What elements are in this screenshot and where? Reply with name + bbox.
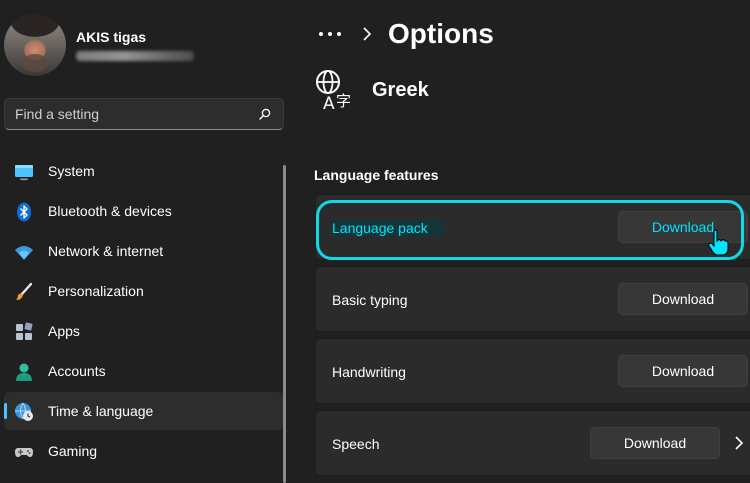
sidebar-item-label: System	[48, 163, 95, 179]
user-name: AKIS tigas	[76, 29, 147, 45]
search-box[interactable]	[4, 98, 284, 130]
download-button[interactable]: Download	[618, 355, 748, 387]
hand-cursor-icon	[708, 229, 729, 256]
sidebar-item-label: Time & language	[48, 403, 154, 419]
sidebar-scrollbar[interactable]	[283, 165, 286, 483]
feature-card-language-pack: Language pack Download	[315, 194, 750, 260]
sidebar-nav: System Bluetooth & devices Network & int…	[4, 152, 284, 472]
section-title: Language features	[314, 167, 439, 183]
page-title: Options	[388, 18, 494, 49]
feature-card-handwriting: Handwriting Download	[315, 338, 750, 404]
language-header: A 字 Greek	[314, 68, 429, 112]
svg-text:字: 字	[336, 92, 351, 110]
svg-text:A: A	[323, 94, 335, 111]
feature-label: Basic typing	[332, 292, 408, 308]
chevron-right-icon	[363, 27, 372, 41]
sidebar-item-label: Bluetooth & devices	[48, 203, 172, 219]
user-profile[interactable]: AKIS tigas	[4, 14, 304, 78]
more-icon[interactable]	[318, 29, 342, 39]
search-icon[interactable]	[259, 108, 271, 120]
sidebar-item-label: Personalization	[48, 283, 144, 299]
feature-label: Handwriting	[332, 364, 406, 380]
apps-icon	[16, 322, 33, 340]
sidebar-item-label: Accounts	[48, 363, 106, 379]
language-icon: A 字	[316, 70, 351, 111]
globe-clock-icon	[15, 402, 33, 421]
feature-label: Speech	[332, 436, 380, 452]
feature-card-speech[interactable]: Speech Download	[315, 410, 750, 476]
sidebar-item-bluetooth[interactable]: Bluetooth & devices	[4, 192, 284, 230]
sidebar-item-accounts[interactable]: Accounts	[4, 352, 284, 390]
download-button[interactable]: Download	[618, 283, 748, 315]
download-button[interactable]: Download	[590, 427, 720, 459]
breadcrumb: Options	[318, 14, 494, 54]
search-input[interactable]	[5, 99, 245, 129]
user-email-redacted	[76, 51, 194, 61]
feature-label: Language pack	[332, 220, 444, 236]
avatar[interactable]	[4, 14, 66, 76]
sidebar-item-gaming[interactable]: Gaming	[4, 432, 284, 470]
gamepad-icon	[15, 448, 33, 457]
sidebar-item-label: Network & internet	[48, 243, 164, 259]
wifi-icon	[15, 246, 33, 260]
sidebar-item-apps[interactable]: Apps	[4, 312, 284, 350]
sidebar-item-label: Gaming	[48, 443, 98, 459]
bluetooth-icon	[17, 202, 31, 222]
sidebar-item-network[interactable]: Network & internet	[4, 232, 284, 270]
sidebar-item-personalization[interactable]: Personalization	[4, 272, 284, 310]
paintbrush-icon	[16, 282, 33, 300]
chevron-right-icon[interactable]	[734, 436, 744, 450]
feature-card-basic-typing: Basic typing Download	[315, 266, 750, 332]
person-icon	[16, 363, 32, 381]
sidebar-item-label: Apps	[48, 323, 80, 339]
monitor-icon	[15, 165, 33, 181]
sidebar-item-system[interactable]: System	[4, 152, 284, 190]
language-name: Greek	[372, 78, 429, 101]
sidebar-item-time-language[interactable]: Time & language	[4, 392, 284, 430]
